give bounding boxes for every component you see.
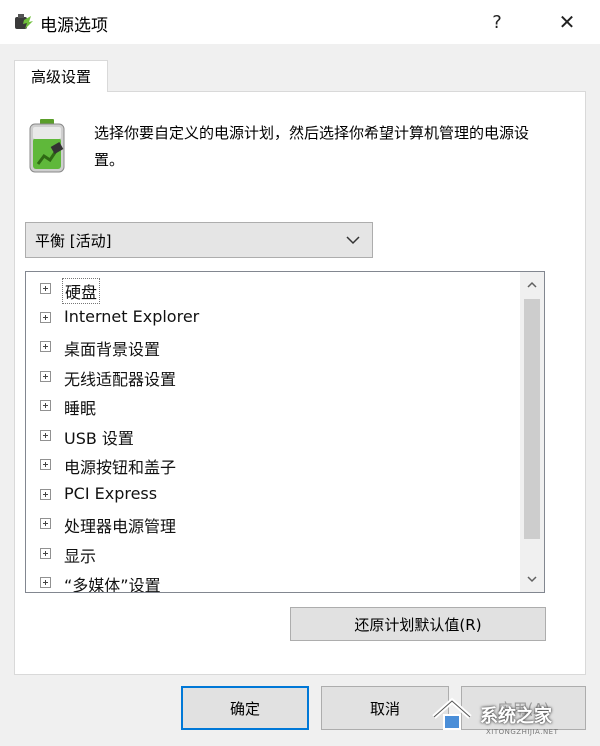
watermark: 系统之家 XITONGZHIJIA.NET [430, 690, 596, 740]
title-bar: 电源选项 ? ✕ [0, 0, 600, 44]
power-plan-value: 平衡 [活动] [35, 231, 112, 250]
tree-item-label: 无线适配器设置 [64, 370, 177, 389]
tree-item-label: “多媒体”设置 [64, 576, 161, 593]
expand-icon[interactable] [40, 430, 51, 441]
tree-item-sleep[interactable]: 睡眠 [26, 391, 520, 420]
tree-item-power-buttons[interactable]: 电源按钮和盖子 [26, 450, 520, 479]
tree-item-desktop-background[interactable]: 桌面背景设置 [26, 332, 520, 361]
tree-item-label: 显示 [64, 547, 97, 566]
scroll-thumb[interactable] [524, 299, 540, 539]
tree-item-label: 桌面背景设置 [64, 340, 161, 359]
restore-defaults-button[interactable]: 还原计划默认值(R) [290, 607, 546, 641]
expand-icon[interactable] [40, 283, 51, 294]
tree-item-multimedia[interactable]: “多媒体”设置 [26, 568, 520, 593]
power-options-icon [15, 14, 33, 29]
dialog-body: 高级设置 选择你要自定义的电源计划，然后选择你希望计算机管理的电源设置。 平衡 … [0, 44, 600, 746]
window-title: 电源选项 [40, 16, 108, 36]
tree-item-hard-disk[interactable]: 硬盘 [26, 274, 520, 304]
watermark-subtext: XITONGZHIJIA.NET [486, 728, 559, 736]
tree-item-label: 处理器电源管理 [64, 517, 177, 536]
expand-icon[interactable] [40, 312, 51, 323]
tree-item-label: USB 设置 [64, 429, 134, 448]
tree-item-label: 硬盘 [62, 278, 101, 304]
vertical-scrollbar[interactable] [520, 272, 544, 592]
tree-item-label: 电源按钮和盖子 [64, 458, 177, 477]
power-plan-select[interactable]: 平衡 [活动] [25, 222, 373, 258]
scroll-down-button[interactable] [520, 566, 544, 592]
expand-icon[interactable] [40, 400, 51, 411]
expand-icon[interactable] [40, 548, 51, 559]
close-button[interactable]: ✕ [540, 0, 594, 44]
help-button[interactable]: ? [470, 0, 524, 44]
expand-icon[interactable] [40, 459, 51, 470]
expand-icon[interactable] [40, 518, 51, 529]
expand-icon[interactable] [40, 341, 51, 352]
description-text: 选择你要自定义的电源计划，然后选择你希望计算机管理的电源设置。 [94, 124, 530, 169]
tree-item-display[interactable]: 显示 [26, 539, 520, 568]
tree-item-processor[interactable]: 处理器电源管理 [26, 509, 520, 538]
chevron-down-icon [346, 236, 360, 245]
scroll-up-button[interactable] [520, 272, 544, 298]
expand-icon[interactable] [40, 577, 51, 588]
tab-advanced-settings[interactable]: 高级设置 [14, 60, 108, 92]
house-logo-icon [432, 697, 472, 730]
tree-item-label: PCI Express [64, 484, 158, 503]
expand-icon[interactable] [40, 371, 51, 382]
watermark-text: 系统之家 [480, 706, 552, 727]
expand-icon[interactable] [40, 489, 51, 500]
tree-item-usb[interactable]: USB 设置 [26, 421, 520, 450]
settings-tree[interactable]: 硬盘 Internet Explorer 桌面背景设置 无线适配器设置 睡眠 U… [25, 271, 545, 593]
battery-icon [29, 119, 65, 173]
tree-item-label: Internet Explorer [64, 307, 200, 326]
chevron-up-icon [527, 281, 537, 288]
tree-item-pci-express[interactable]: PCI Express [26, 480, 520, 509]
tree-item-wireless-adapter[interactable]: 无线适配器设置 [26, 362, 520, 391]
ok-button[interactable]: 确定 [181, 686, 309, 730]
chevron-down-icon [527, 576, 537, 583]
tree-item-internet-explorer[interactable]: Internet Explorer [26, 303, 520, 332]
tree-item-label: 睡眠 [64, 399, 97, 418]
